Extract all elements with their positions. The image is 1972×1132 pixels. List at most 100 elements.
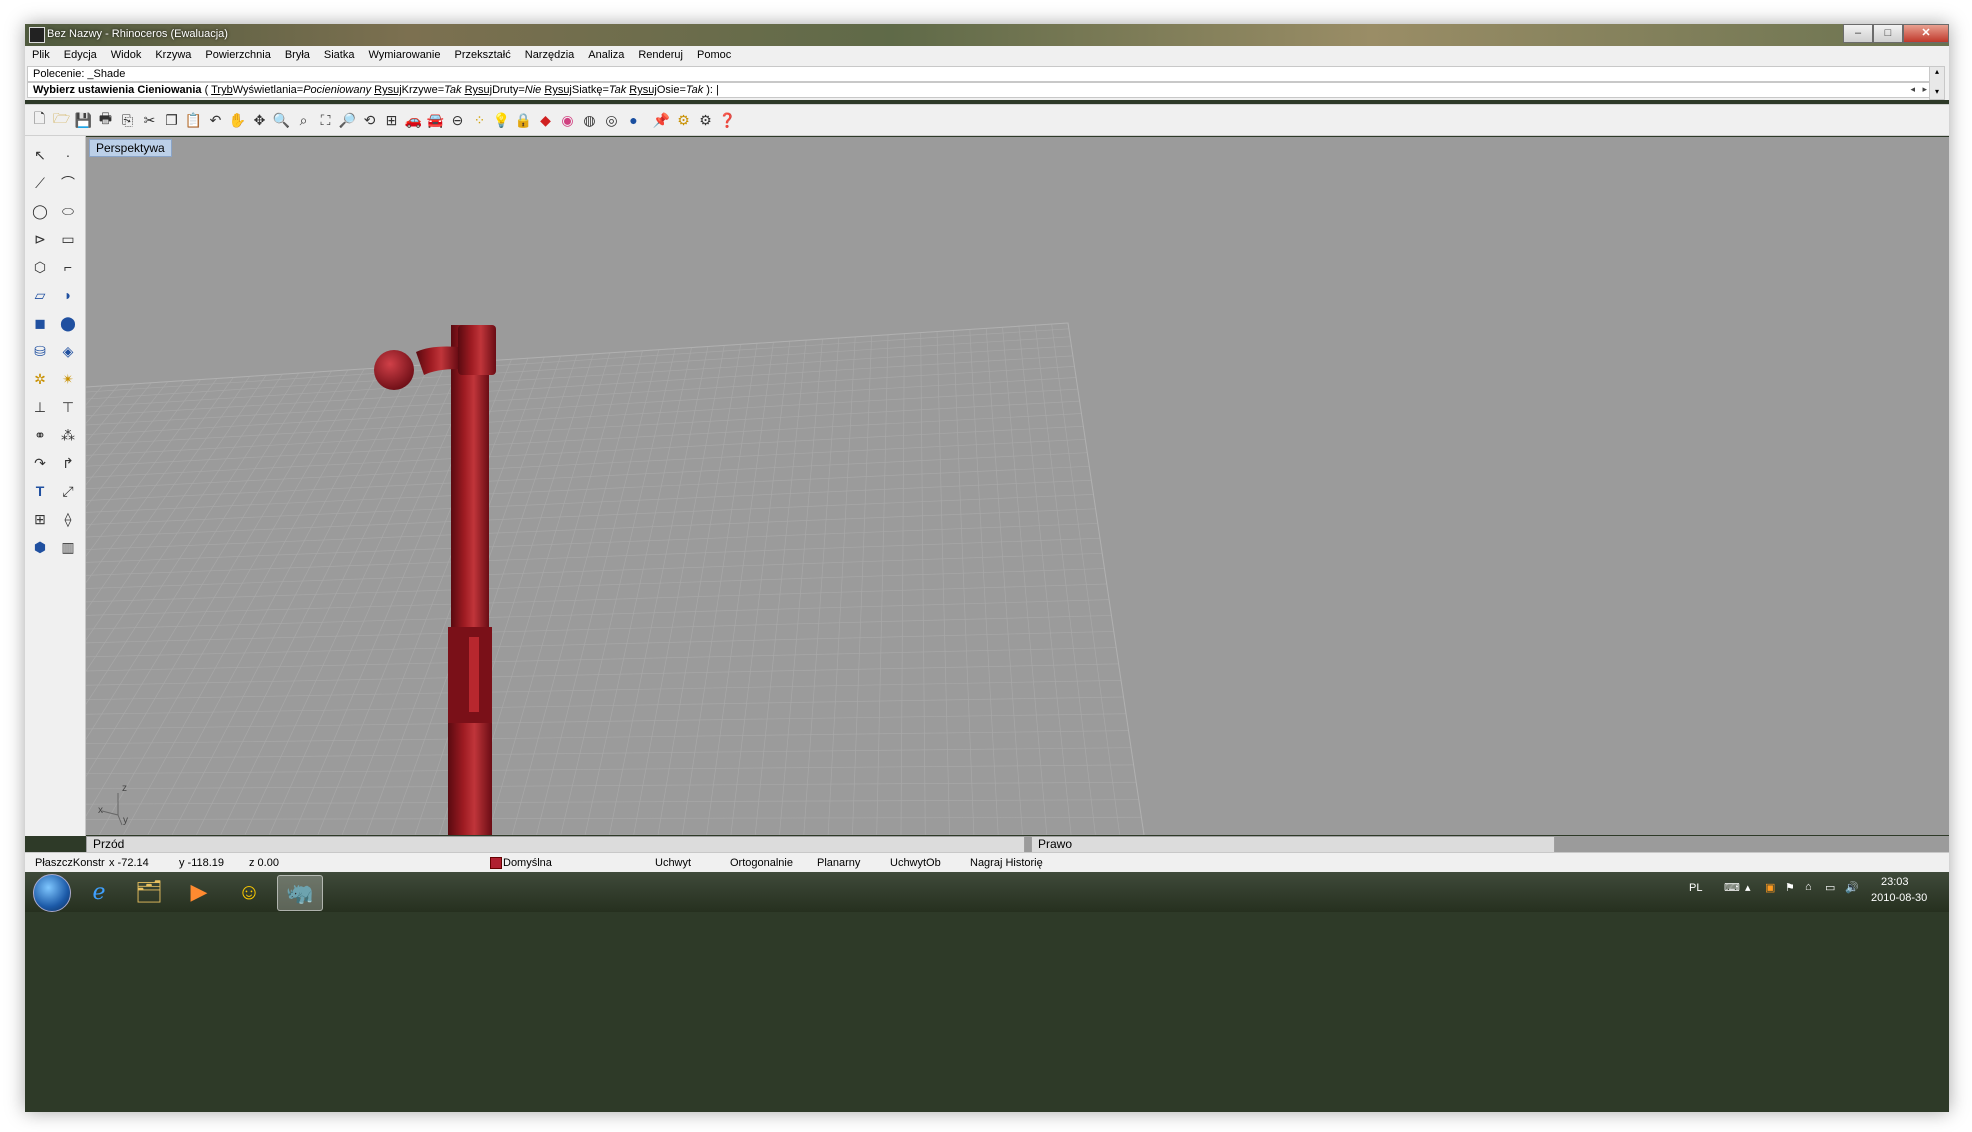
- zoom-icon[interactable]: 🔍: [271, 109, 292, 131]
- explode-icon[interactable]: ✴: [55, 366, 81, 392]
- rhino-app-icon[interactable]: [29, 27, 45, 43]
- option-draw-axes[interactable]: RysujOsie=Tak: [629, 84, 703, 96]
- command-history[interactable]: Polecenie: _Shade: [27, 66, 1932, 82]
- layer-icon[interactable]: ◆: [535, 109, 556, 131]
- option-display-mode[interactable]: TrybWyświetlania=Pocieniowany: [211, 84, 371, 96]
- cylinder-icon[interactable]: ⛁: [27, 338, 53, 364]
- print-icon[interactable]: 🖶: [95, 109, 116, 131]
- status-layer[interactable]: Domyślna: [503, 857, 552, 869]
- status-cplane[interactable]: PłaszczKonstr: [35, 857, 105, 869]
- network-icon[interactable]: ⌂: [1805, 881, 1812, 893]
- command-scroll[interactable]: ▴ ▾: [1929, 66, 1945, 100]
- car-outline-icon[interactable]: 🚘: [425, 109, 446, 131]
- zoom-window-icon[interactable]: ⌕: [293, 109, 314, 131]
- viewport-title-perspective[interactable]: Perspektywa: [89, 139, 172, 157]
- status-planar[interactable]: Planarny: [817, 857, 860, 869]
- clock-time[interactable]: 23:03: [1881, 876, 1909, 888]
- chevron-up-icon[interactable]: ▴: [1745, 881, 1751, 894]
- flag-icon[interactable]: ⚑: [1785, 881, 1795, 894]
- open-folder-icon[interactable]: 🗁: [51, 109, 72, 131]
- menu-analiza[interactable]: Analiza: [581, 49, 631, 61]
- menu-widok[interactable]: Widok: [104, 49, 149, 61]
- menu-przeksztalc[interactable]: Przekształć: [448, 49, 518, 61]
- circle-icon[interactable]: ◯: [27, 198, 53, 224]
- status-record-history[interactable]: Nagraj Historię: [970, 857, 1043, 869]
- new-file-icon[interactable]: 🗋: [29, 109, 50, 131]
- menu-narzedzia[interactable]: Narzędzia: [518, 49, 582, 61]
- pan-hand-icon[interactable]: ✋: [227, 109, 248, 131]
- wireframe-sphere-icon[interactable]: ◍: [579, 109, 600, 131]
- split-icon[interactable]: ⊥: [27, 394, 53, 420]
- maximize-button[interactable]: □: [1873, 24, 1903, 43]
- rendered-sphere-icon[interactable]: ●: [623, 109, 644, 131]
- lock-icon[interactable]: 🔒: [513, 109, 534, 131]
- pin-icon[interactable]: 📌: [651, 109, 672, 131]
- transform-icon[interactable]: ✲: [27, 366, 53, 392]
- cube-icon[interactable]: ⬢: [27, 534, 53, 560]
- gear-icon[interactable]: ⚙: [673, 109, 694, 131]
- array-icon[interactable]: ⁂: [55, 422, 81, 448]
- viewport-tab-right[interactable]: Prawo: [1031, 836, 1555, 853]
- zoom-selected-icon[interactable]: 🔎: [337, 109, 358, 131]
- perspective-viewport[interactable]: Perspektywa x y z: [86, 137, 1949, 835]
- fillet-icon[interactable]: ⌐: [55, 254, 81, 280]
- color-wheel-icon[interactable]: ◉: [557, 109, 578, 131]
- menu-plik[interactable]: Plik: [25, 49, 57, 61]
- cut-icon[interactable]: ✂: [139, 109, 160, 131]
- extend-icon[interactable]: ↷: [27, 450, 53, 476]
- select-arrow-icon[interactable]: ↖: [27, 142, 53, 168]
- shaded-sphere-icon[interactable]: ◎: [601, 109, 622, 131]
- osnap-icon[interactable]: ⊖: [447, 109, 468, 131]
- polygon-icon[interactable]: ⬡: [27, 254, 53, 280]
- boolean-icon[interactable]: ⬤: [55, 310, 81, 336]
- command-nav-arrows[interactable]: ◂ ▸: [1910, 84, 1927, 95]
- polyline-icon[interactable]: ⟋: [27, 170, 53, 196]
- point-icon[interactable]: ·: [55, 142, 81, 168]
- arc-icon[interactable]: ⊳: [27, 226, 53, 252]
- viewport-layout-icon[interactable]: ⊞: [381, 109, 402, 131]
- menu-wymiarowanie[interactable]: Wymiarowanie: [361, 49, 447, 61]
- update-icon[interactable]: ▣: [1765, 881, 1775, 894]
- keyboard-icon[interactable]: ⌨: [1724, 881, 1740, 894]
- group-icon[interactable]: ⚭: [27, 422, 53, 448]
- option-draw-wires[interactable]: RysujDruty=Nie: [465, 84, 542, 96]
- option-draw-mesh[interactable]: RysujSiatkę=Tak: [544, 84, 626, 96]
- close-button[interactable]: ✕: [1903, 24, 1949, 43]
- display-icon[interactable]: ▭: [1825, 881, 1835, 894]
- rectangle-icon[interactable]: ▭: [55, 226, 81, 252]
- copy-icon[interactable]: ❐: [161, 109, 182, 131]
- menu-pomoc[interactable]: Pomoc: [690, 49, 738, 61]
- menu-bryla[interactable]: Bryła: [278, 49, 317, 61]
- curve-edit-icon[interactable]: ⌒: [55, 170, 81, 196]
- paste-icon[interactable]: 📋: [183, 109, 204, 131]
- menu-siatka[interactable]: Siatka: [317, 49, 362, 61]
- volume-icon[interactable]: 🔊: [1845, 881, 1859, 894]
- lightbulb-icon[interactable]: 💡: [491, 109, 512, 131]
- command-prompt[interactable]: Wybierz ustawienia Cieniowania ( TrybWyś…: [27, 82, 1932, 98]
- rotate-view-icon[interactable]: ⟲: [359, 109, 380, 131]
- box-icon[interactable]: ◼: [27, 310, 53, 336]
- status-ortho[interactable]: Ortogonalnie: [730, 857, 793, 869]
- messenger-icon[interactable]: ☺: [227, 875, 271, 909]
- menu-krzywa[interactable]: Krzywa: [148, 49, 198, 61]
- status-snap[interactable]: Uchwyt: [655, 857, 691, 869]
- help-icon[interactable]: ❓: [717, 109, 738, 131]
- plane-icon[interactable]: ◈: [55, 338, 81, 364]
- internet-explorer-icon[interactable]: ℯ: [77, 875, 121, 909]
- save-icon[interactable]: 💾: [73, 109, 94, 131]
- rhino-taskbar-icon[interactable]: 🦏: [277, 875, 323, 911]
- export-icon[interactable]: ⎘: [117, 109, 138, 131]
- dimension-icon[interactable]: ⟠: [55, 506, 81, 532]
- ellipse-icon[interactable]: ⬭: [55, 198, 81, 224]
- start-button[interactable]: [33, 874, 71, 912]
- menu-renderuj[interactable]: Renderuj: [631, 49, 690, 61]
- text-icon[interactable]: T: [27, 478, 53, 504]
- media-player-icon[interactable]: ▶: [177, 875, 221, 909]
- zoom-extents-icon[interactable]: ⛶: [315, 109, 336, 131]
- chamfer-icon[interactable]: ↱: [55, 450, 81, 476]
- options-icon[interactable]: ⚙: [695, 109, 716, 131]
- file-explorer-icon[interactable]: 🗂: [127, 875, 171, 909]
- trim-icon[interactable]: ⊤: [55, 394, 81, 420]
- menu-powierzchnia[interactable]: Powierzchnia: [198, 49, 277, 61]
- surface-icon[interactable]: ▱: [27, 282, 53, 308]
